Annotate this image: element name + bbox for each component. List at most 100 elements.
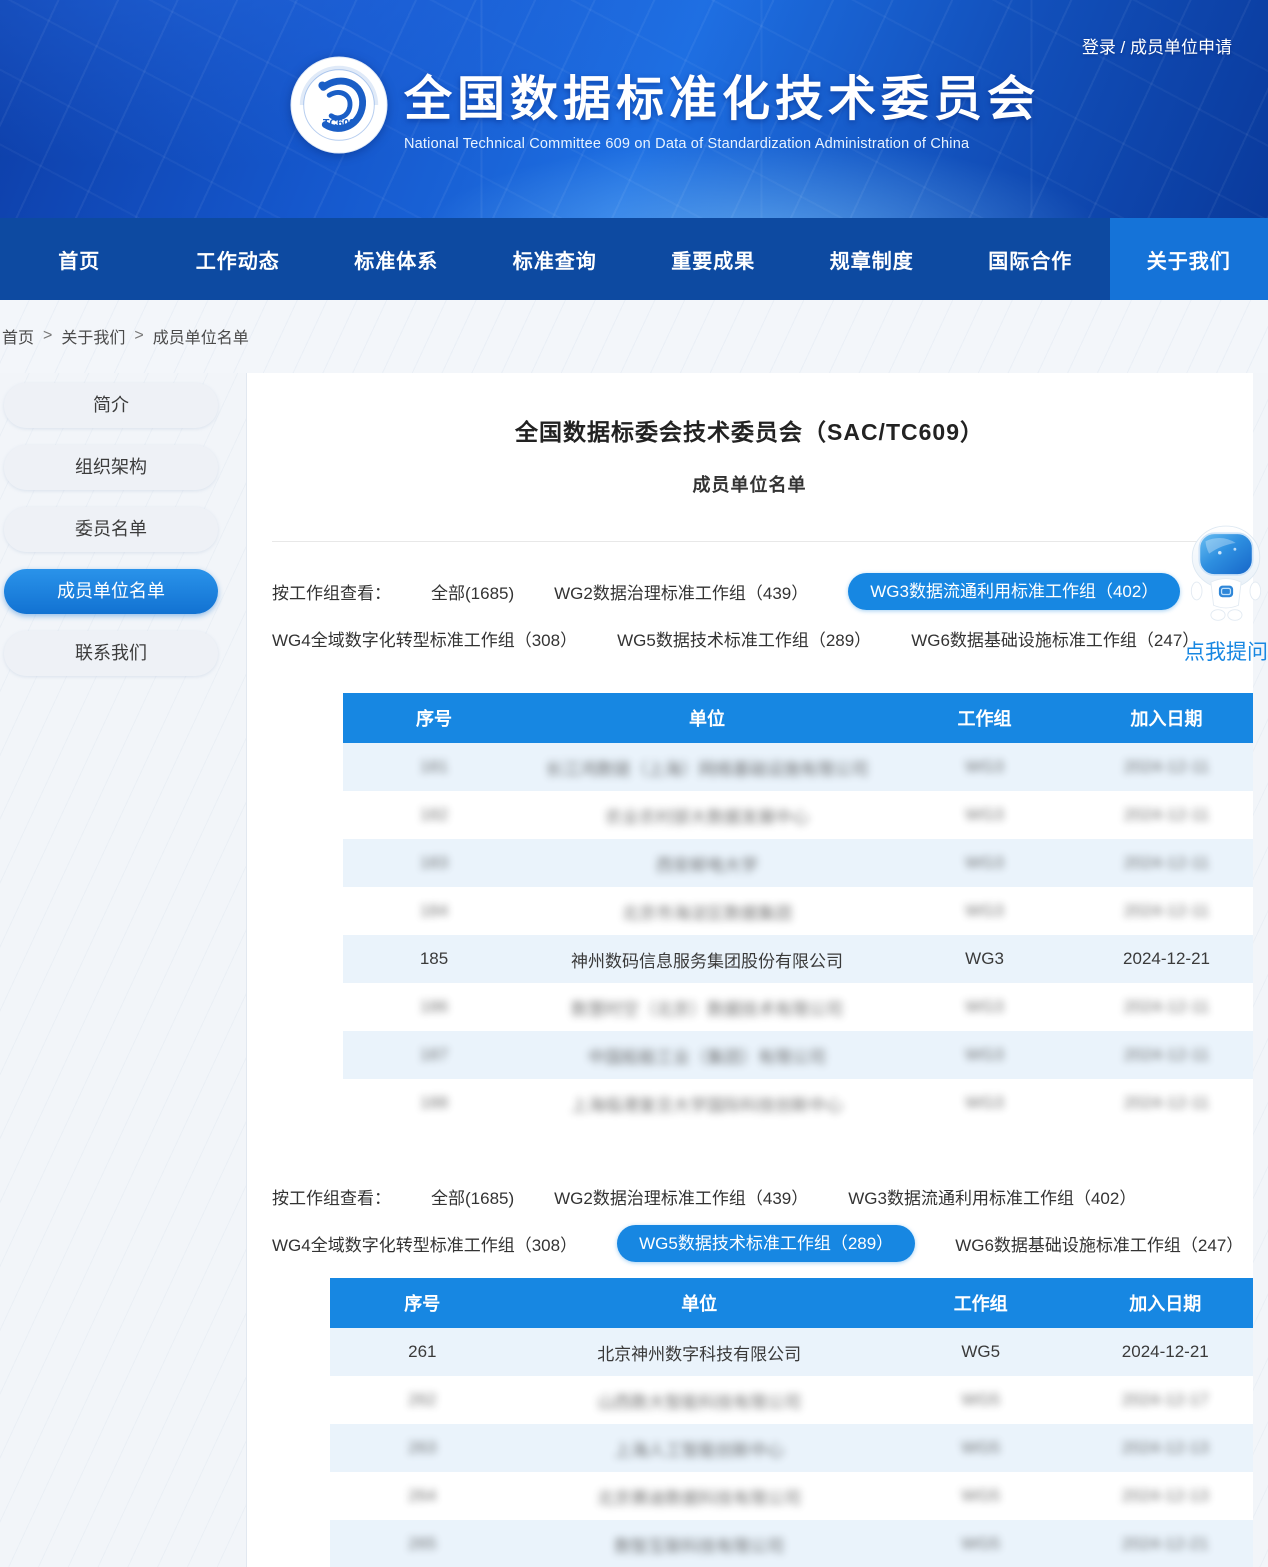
table-row: 262 山西数大智能科技有限公司 WG5 2024-12-17	[330, 1376, 1253, 1424]
site-title: 全国数据标准化技术委员会	[404, 59, 1040, 129]
breadcrumb-home[interactable]: 首页	[2, 324, 34, 348]
table-row-highlight-261: 261 北京神州数字科技有限公司 WG5 2024-12-21	[330, 1328, 1253, 1376]
breadcrumb-separator: >	[134, 327, 143, 345]
breadcrumb-member-list[interactable]: 成员单位名单	[153, 324, 249, 348]
filter-wg3-active[interactable]: WG3数据流通利用标准工作组（402）	[848, 573, 1180, 610]
assistant-robot-icon[interactable]	[1186, 523, 1266, 627]
filter-wg2[interactable]: WG2数据治理标准工作组（439）	[554, 1184, 808, 1209]
cell-unit: 北京神州数字科技有限公司	[515, 1340, 884, 1365]
sidebar-item-intro[interactable]: 简介	[4, 383, 218, 428]
cell-serial: 181	[343, 757, 525, 777]
sidebar-item-org-structure[interactable]: 组织架构	[4, 445, 218, 490]
breadcrumb: 首页 > 关于我们 > 成员单位名单	[0, 300, 1268, 373]
cell-join-date: 2024-12-11	[1080, 805, 1253, 825]
header-banner: 登录 / 成员单位申请 TC609 全国数据标准化技术委员会 National …	[0, 0, 1268, 218]
cell-workgroup: WG3	[889, 757, 1080, 777]
nav-item-international[interactable]: 国际合作	[951, 218, 1110, 300]
breadcrumb-about[interactable]: 关于我们	[61, 324, 125, 348]
cell-workgroup: WG3	[889, 1093, 1080, 1113]
nav-item-achievements[interactable]: 重要成果	[634, 218, 793, 300]
main-panel: 全国数据标委会技术委员会（SAC/TC609） 成员单位名单 按工作组查看： 全…	[246, 373, 1253, 1567]
cell-workgroup: WG5	[884, 1390, 1078, 1410]
filter-wg5-active[interactable]: WG5数据技术标准工作组（289）	[617, 1225, 915, 1262]
filter-wg6[interactable]: WG6数据基础设施标准工作组（247）	[911, 626, 1199, 651]
cell-workgroup: WG3	[889, 901, 1080, 921]
cell-unit: 数智互联科技有限公司	[515, 1532, 884, 1557]
nav-item-home[interactable]: 首页	[0, 218, 159, 300]
nav-item-regulations[interactable]: 规章制度	[793, 218, 952, 300]
sidebar-item-contact-us[interactable]: 联系我们	[4, 631, 218, 676]
table-row: 264 北京赛迪数据科技有限公司 WG5 2024-12-13	[330, 1472, 1253, 1520]
cell-serial: 182	[343, 805, 525, 825]
sidebar-item-member-units[interactable]: 成员单位名单	[4, 569, 218, 614]
cell-workgroup: WG5	[884, 1342, 1078, 1362]
table-row-highlight-185: 185 神州数码信息服务集团股份有限公司 WG3 2024-12-21	[343, 935, 1253, 983]
filter-wg6[interactable]: WG6数据基础设施标准工作组（247）	[955, 1231, 1243, 1256]
filter-wg4[interactable]: WG4全域数字化转型标准工作组（308）	[272, 626, 577, 651]
column-header-unit: 单位	[515, 1290, 884, 1316]
site-subtitle: National Technical Committee 609 on Data…	[404, 136, 1040, 152]
column-header-join-date: 加入日期	[1078, 1290, 1253, 1316]
cell-join-date: 2024-12-21	[1078, 1534, 1253, 1554]
table-row: 181 长江鸿数链（上海）网络基础设施有限公司 WG3 2024-12-11	[343, 743, 1253, 791]
table-row: 187 中国船舶工业（集团）有限公司 WG3 2024-12-11	[343, 1031, 1253, 1079]
nav-item-work-news[interactable]: 工作动态	[159, 218, 318, 300]
cell-workgroup: WG3	[889, 805, 1080, 825]
table-header-row: 序号 单位 工作组 加入日期	[330, 1278, 1253, 1328]
member-table-wg3: 序号 单位 工作组 加入日期 181 长江鸿数链（上海）网络基础设施有限公司 W…	[343, 693, 1253, 1127]
column-header-workgroup: 工作组	[884, 1290, 1078, 1316]
cell-serial: 183	[343, 853, 525, 873]
cell-workgroup: WG5	[884, 1438, 1078, 1458]
filter-all[interactable]: 全部(1685)	[431, 1184, 514, 1209]
filter-wg3[interactable]: WG3数据流通利用标准工作组（402）	[848, 1184, 1136, 1209]
assistant-widget[interactable]: 点我提问	[1183, 523, 1268, 666]
nav-item-about-us[interactable]: 关于我们	[1110, 218, 1268, 300]
brand-text: 全国数据标准化技术委员会 National Technical Committe…	[404, 59, 1040, 152]
assistant-prompt-label[interactable]: 点我提问	[1183, 636, 1268, 666]
table-row: 186 数慧时空（北京）数据技术有限公司 WG3 2024-12-11	[343, 983, 1253, 1031]
cell-join-date: 2024-12-11	[1080, 853, 1253, 873]
cell-unit: 西安邮电大学	[525, 851, 889, 876]
cell-serial: 263	[330, 1438, 515, 1458]
cell-serial: 184	[343, 901, 525, 921]
sidebar-item-committee-list[interactable]: 委员名单	[4, 507, 218, 552]
cell-unit: 北京市海淀区数据集团	[525, 899, 889, 924]
filter-group-label: 按工作组查看：	[272, 579, 391, 604]
cell-serial: 261	[330, 1342, 515, 1362]
table-header-row: 序号 单位 工作组 加入日期	[343, 693, 1253, 743]
cell-workgroup: WG5	[884, 1534, 1078, 1554]
filter-group-label: 按工作组查看：	[272, 1184, 391, 1209]
filter-wg5[interactable]: WG5数据技术标准工作组（289）	[617, 626, 871, 651]
table-row: 265 数智互联科技有限公司 WG5 2024-12-21	[330, 1520, 1253, 1567]
column-header-join-date: 加入日期	[1080, 705, 1253, 731]
cell-unit: 上海人工智能创新中心	[515, 1436, 884, 1461]
filter-all[interactable]: 全部(1685)	[431, 579, 514, 604]
cell-serial: 185	[343, 949, 525, 969]
cell-workgroup: WG3	[889, 949, 1080, 969]
cell-unit: 北京赛迪数据科技有限公司	[515, 1484, 884, 1509]
nav-item-standard-search[interactable]: 标准查询	[476, 218, 635, 300]
brand: TC609 全国数据标准化技术委员会 National Technical Co…	[290, 56, 1040, 154]
table-row: 188 上海临港复旦大学国际科技创新中心 WG3 2024-12-11	[343, 1079, 1253, 1127]
cell-unit: 神州数码信息服务集团股份有限公司	[525, 947, 889, 972]
filter-line: 按工作组查看： 全部(1685) WG2数据治理标准工作组（439） WG3数据…	[272, 1177, 1227, 1215]
page-subtitle: 成员单位名单	[246, 471, 1253, 497]
cell-unit: 长江鸿数链（上海）网络基础设施有限公司	[525, 755, 889, 780]
login-link[interactable]: 登录 / 成员单位申请	[1082, 33, 1232, 58]
sidebar: 简介 组织架构 委员名单 成员单位名单 联系我们	[4, 383, 218, 693]
cell-workgroup: WG3	[889, 1045, 1080, 1065]
filter-wg2[interactable]: WG2数据治理标准工作组（439）	[554, 579, 808, 604]
cell-serial: 186	[343, 997, 525, 1017]
cell-unit: 上海临港复旦大学国际科技创新中心	[525, 1091, 889, 1116]
tc609-logo-icon[interactable]: TC609	[290, 56, 388, 154]
filter-wg4[interactable]: WG4全域数字化转型标准工作组（308）	[272, 1231, 577, 1256]
member-table-wg5: 序号 单位 工作组 加入日期 261 北京神州数字科技有限公司 WG5 2024…	[330, 1278, 1253, 1567]
column-header-serial: 序号	[343, 705, 525, 731]
cell-serial: 265	[330, 1534, 515, 1554]
column-header-unit: 单位	[525, 705, 889, 731]
cell-join-date: 2024-12-11	[1080, 997, 1253, 1017]
filter-line: 按工作组查看： 全部(1685) WG2数据治理标准工作组（439） WG3数据…	[272, 572, 1227, 610]
filter-line: WG4全域数字化转型标准工作组（308） WG5数据技术标准工作组（289） W…	[272, 619, 1227, 657]
cell-unit: 农业农村部大数据发展中心	[525, 803, 889, 828]
nav-item-standard-system[interactable]: 标准体系	[317, 218, 476, 300]
